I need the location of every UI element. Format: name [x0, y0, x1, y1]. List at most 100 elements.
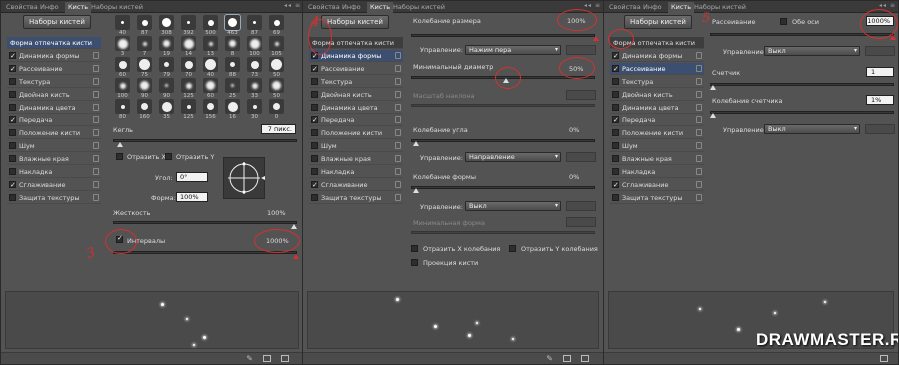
tab-properties[interactable]: Свойства — [3, 2, 41, 13]
option-checkbox[interactable] — [311, 63, 318, 75]
lock-icon[interactable] — [696, 129, 702, 137]
lock-icon[interactable] — [395, 116, 401, 124]
option-checkbox[interactable] — [311, 129, 318, 137]
brush-tip[interactable] — [225, 78, 240, 93]
brush-option-12[interactable]: Защита текстуры — [610, 192, 704, 204]
lock-icon[interactable] — [395, 142, 401, 150]
option-checkbox[interactable] — [612, 179, 619, 191]
brush-option-10[interactable]: Накладка — [309, 166, 403, 178]
spacing-slider-thumb[interactable] — [293, 254, 299, 259]
flip-x-jitter-checkbox[interactable] — [411, 245, 418, 252]
angle-jitter-thumb[interactable] — [413, 141, 419, 146]
panel-menu-icon[interactable]: ◂◂ ≡ — [584, 2, 601, 9]
option-checkbox[interactable] — [9, 114, 16, 126]
count-jitter-slider[interactable] — [710, 111, 894, 114]
option-checkbox[interactable] — [9, 142, 16, 150]
option-checkbox[interactable] — [612, 103, 619, 111]
lock-icon[interactable] — [93, 103, 99, 111]
tab-brush-presets[interactable]: Наборы кистей — [88, 2, 146, 13]
new-preset-icon[interactable] — [581, 355, 589, 362]
lock-icon[interactable] — [395, 193, 401, 201]
option-checkbox[interactable] — [612, 63, 619, 75]
lock-icon[interactable] — [696, 90, 702, 98]
control-select-2[interactable]: Направление ▾ — [465, 152, 561, 162]
brush-option-9[interactable]: Влажные края — [7, 153, 101, 166]
brush-tip[interactable] — [269, 57, 284, 72]
brush-tip[interactable] — [137, 57, 152, 72]
brush-option-2[interactable]: Рассеивание — [610, 62, 704, 75]
lock-icon[interactable] — [696, 180, 702, 188]
lock-icon[interactable] — [395, 155, 401, 163]
brush-tip[interactable] — [247, 57, 262, 72]
brush-tip[interactable] — [181, 78, 196, 93]
lock-icon[interactable] — [93, 193, 99, 201]
brush-tip[interactable] — [137, 15, 152, 30]
option-checkbox[interactable] — [9, 103, 16, 111]
lock-icon[interactable] — [93, 116, 99, 124]
lock-icon[interactable] — [696, 51, 702, 59]
brush-tip[interactable] — [159, 15, 174, 30]
lock-icon[interactable] — [93, 64, 99, 72]
both-axes-checkbox[interactable] — [780, 18, 787, 25]
brush-tip[interactable] — [115, 57, 130, 72]
brush-option-5[interactable]: Динамика цвета — [309, 102, 403, 114]
size-field[interactable]: 7 пикс. — [261, 124, 296, 134]
new-preset-icon[interactable] — [281, 355, 289, 362]
scatter-slider-thumb[interactable] — [890, 35, 896, 40]
count-field[interactable]: 1 — [866, 67, 894, 77]
brush-tip[interactable] — [203, 36, 218, 51]
tab-info[interactable]: Инфо — [37, 2, 62, 13]
brush-presets-button[interactable]: Наборы кистей — [624, 15, 692, 29]
control-select-2[interactable]: Выкл ▾ — [764, 124, 860, 134]
lock-icon[interactable] — [696, 103, 702, 111]
option-checkbox[interactable] — [612, 77, 619, 85]
option-checkbox[interactable] — [612, 129, 619, 137]
brush-option-11[interactable]: Сглаживание — [7, 179, 101, 191]
flip-x-checkbox[interactable] — [116, 153, 123, 160]
brush-tip[interactable] — [137, 99, 152, 114]
brush-tip[interactable] — [247, 99, 262, 114]
brush-option-2[interactable]: Рассеивание — [7, 63, 101, 75]
lock-icon[interactable] — [395, 77, 401, 85]
option-checkbox[interactable] — [9, 129, 16, 137]
brush-option-5[interactable]: Динамика цвета — [7, 102, 101, 114]
brush-option-8[interactable]: Шум — [7, 140, 101, 153]
brush-tip[interactable] — [159, 78, 174, 93]
brush-tip[interactable] — [269, 99, 284, 114]
grid-icon[interactable] — [263, 355, 271, 362]
lock-icon[interactable] — [395, 168, 401, 175]
option-checkbox[interactable] — [612, 155, 619, 163]
brush-tip[interactable] — [203, 15, 218, 30]
brush-option-12[interactable]: Защита текстуры — [7, 192, 101, 204]
size-jitter-thumb[interactable] — [593, 36, 599, 41]
option-checkbox[interactable] — [311, 155, 318, 163]
option-checkbox[interactable] — [612, 168, 619, 175]
lock-icon[interactable] — [696, 168, 702, 175]
tab-properties[interactable]: Свойства — [606, 2, 644, 13]
brush-tool-icon[interactable]: ✎ — [246, 354, 253, 363]
brush-option-9[interactable]: Влажные края — [309, 153, 403, 166]
brush-tip[interactable] — [269, 15, 284, 30]
lock-icon[interactable] — [696, 77, 702, 85]
size-jitter-slider[interactable] — [411, 34, 595, 37]
brush-tip[interactable] — [203, 78, 218, 93]
brush-option-1[interactable]: Динамика формы — [610, 50, 704, 62]
option-checkbox[interactable] — [9, 168, 16, 175]
brush-option-9[interactable]: Влажные края — [610, 153, 704, 166]
brush-option-0[interactable]: Форма отпечатка кисти — [7, 37, 101, 49]
lock-icon[interactable] — [93, 77, 99, 85]
option-checkbox[interactable] — [9, 179, 16, 191]
brush-tip[interactable] — [203, 99, 218, 114]
lock-icon[interactable] — [395, 180, 401, 188]
option-checkbox[interactable] — [9, 155, 16, 163]
option-checkbox[interactable] — [9, 50, 16, 62]
lock-icon[interactable] — [93, 90, 99, 98]
brush-option-11[interactable]: Сглаживание — [610, 179, 704, 191]
lock-icon[interactable] — [696, 64, 702, 72]
count-jitter-thumb[interactable] — [710, 113, 716, 118]
panel-menu-icon[interactable]: ◂◂ ≡ — [879, 2, 896, 9]
brush-tip[interactable] — [224, 14, 241, 31]
lock-icon[interactable] — [93, 180, 99, 188]
lock-icon[interactable] — [696, 193, 702, 201]
tab-brush-presets[interactable]: Наборы кистей — [390, 2, 448, 13]
